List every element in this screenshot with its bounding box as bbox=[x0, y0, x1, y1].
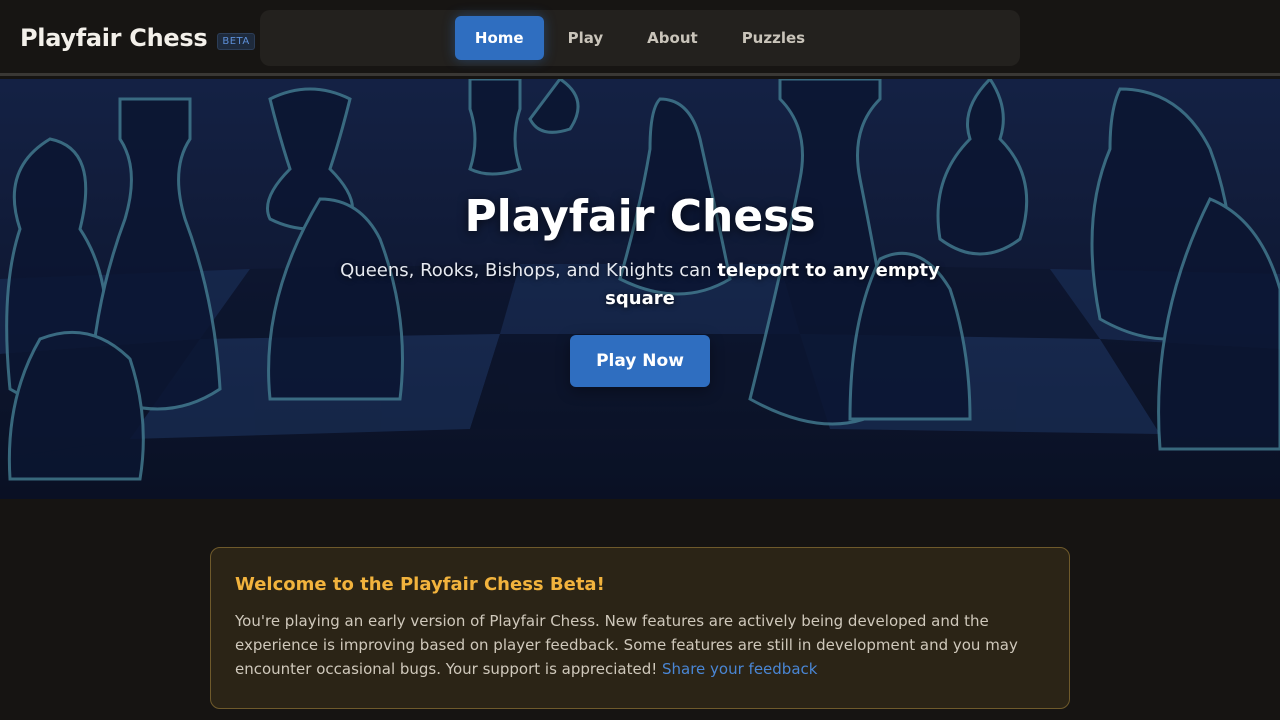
beta-notice-card: Welcome to the Playfair Chess Beta! You'… bbox=[210, 547, 1070, 709]
hero-subtitle: Queens, Rooks, Bishops, and Knights can … bbox=[340, 257, 940, 313]
main-nav: Home Play About Puzzles bbox=[260, 10, 1020, 66]
hero-title: Playfair Chess bbox=[464, 191, 816, 242]
notice-title: Welcome to the Playfair Chess Beta! bbox=[235, 574, 605, 595]
brand[interactable]: Playfair Chess BETA bbox=[20, 24, 255, 52]
nav-home[interactable]: Home bbox=[454, 16, 544, 60]
hero-banner: Playfair Chess Queens, Rooks, Bishops, a… bbox=[0, 79, 1280, 499]
notice-body: You're playing an early version of Playf… bbox=[235, 609, 1045, 681]
nav-puzzles[interactable]: Puzzles bbox=[722, 16, 825, 60]
notice-body-text: You're playing an early version of Playf… bbox=[235, 612, 1018, 678]
top-header: Playfair Chess BETA Home Play About Puzz… bbox=[0, 0, 1280, 76]
share-feedback-link[interactable]: Share your feedback bbox=[662, 660, 817, 678]
nav-play[interactable]: Play bbox=[548, 16, 624, 60]
nav-about[interactable]: About bbox=[627, 16, 718, 60]
brand-title[interactable]: Playfair Chess bbox=[20, 24, 208, 52]
hero-subtitle-text: Queens, Rooks, Bishops, and Knights can bbox=[340, 260, 718, 281]
play-now-button[interactable]: Play Now bbox=[570, 335, 710, 387]
beta-badge: BETA bbox=[217, 32, 255, 50]
